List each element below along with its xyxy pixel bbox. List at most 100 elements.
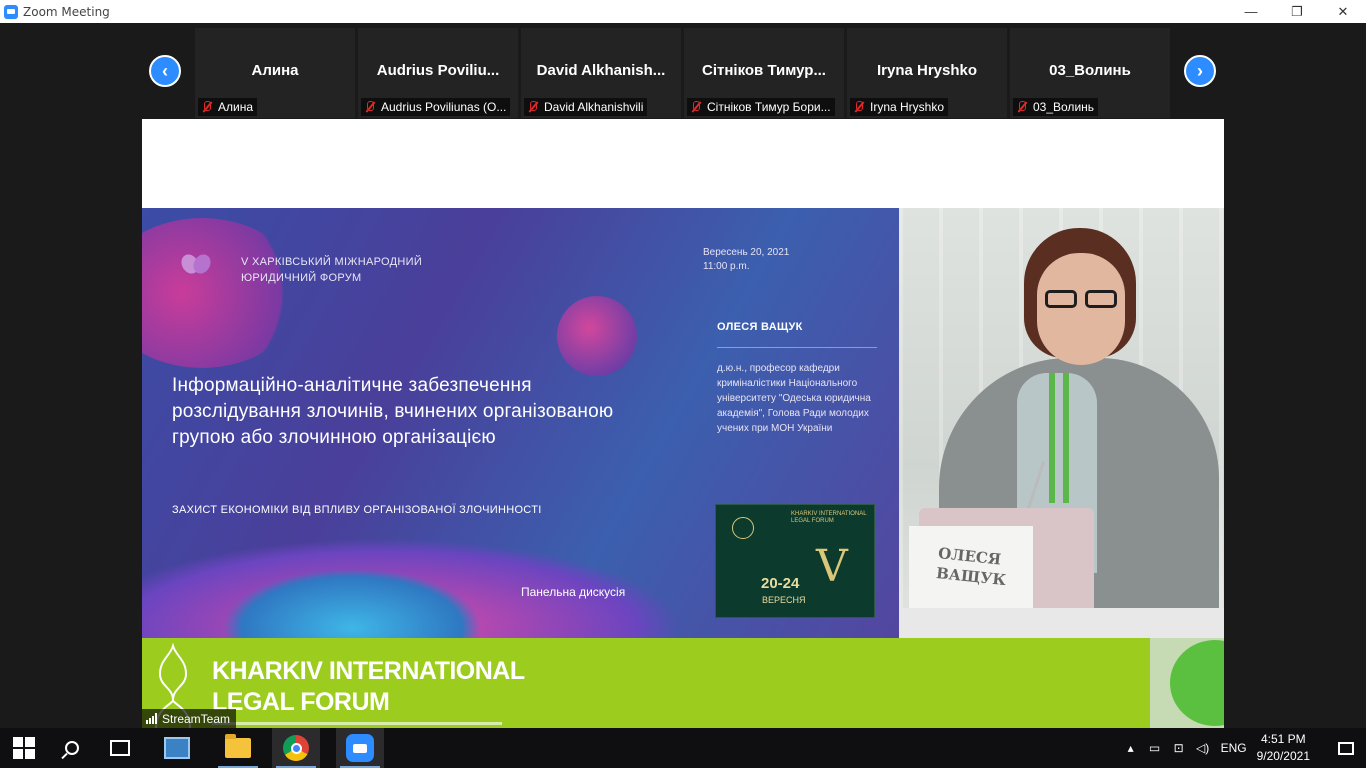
nameplate-text: ОЛЕСЯ ВАЩУК <box>935 544 1007 590</box>
participant-label-text: 03_Волинь <box>1033 100 1095 114</box>
chevron-left-icon: ‹ <box>162 60 168 81</box>
participant-tile[interactable]: Алина Алина <box>195 28 355 118</box>
clock-time: 4:51 PM <box>1260 732 1306 746</box>
participant-label-text: Iryna Hryshko <box>870 100 945 114</box>
banner-underline <box>212 722 502 725</box>
glasses <box>1045 290 1119 308</box>
desk-nameplate: ОЛЕСЯ ВАЩУК <box>909 526 1033 618</box>
task-view-button[interactable] <box>96 728 144 768</box>
participant-label-text: Audrius Poviliunas (O... <box>381 100 507 114</box>
chevron-right-icon: › <box>1197 60 1203 81</box>
banner-title-line: LEGAL FORUM <box>212 688 390 716</box>
participant-tile[interactable]: Iryna Hryshko Iryna Hryshko <box>847 28 1007 118</box>
participant-tile[interactable]: Audrius Poviliu... Audrius Poviliunas (O… <box>358 28 518 118</box>
participant-name: Iryna Hryshko <box>876 62 978 79</box>
lanyard <box>1049 373 1069 503</box>
participant-label: Audrius Poviliunas (O... <box>361 98 511 116</box>
system-tray: ▴ ▭ ⊡ ◁) ENG 4:51 PM 9/20/2021 <box>1119 728 1366 768</box>
task-view-icon <box>110 740 130 756</box>
forum-name: V ХАРКІВСЬКИЙ МІЖНАРОДНИЙ ЮРИДИЧНИЙ ФОРУ… <box>241 254 422 286</box>
restore-button[interactable]: ❐ <box>1274 0 1320 23</box>
mic-muted-icon <box>1015 100 1029 114</box>
taskbar-app-chrome[interactable] <box>272 728 320 768</box>
network-icon[interactable]: ⊡ <box>1167 741 1191 755</box>
event-date-line: Вересень 20, 2021 <box>703 247 790 258</box>
mic-muted-icon <box>689 100 703 114</box>
divider <box>717 347 877 348</box>
taskbar-app-control-panel[interactable] <box>153 728 201 768</box>
chrome-icon <box>283 735 309 761</box>
gallery-next-button[interactable]: › <box>1184 55 1216 87</box>
participant-label-text: Алина <box>218 100 254 114</box>
banner-title-line: KHARKIV INTERNATIONAL <box>212 657 525 685</box>
participant-tile[interactable]: Сітніков Тимур... Сітніков Тимур Бори... <box>684 28 844 118</box>
speaker-camera-feed: ОЛЕСЯ ВАЩУК <box>899 208 1224 638</box>
battery-icon[interactable]: ▭ <box>1143 741 1167 755</box>
signal-bars-icon <box>146 713 157 724</box>
clock[interactable]: 4:51 PM 9/20/2021 <box>1257 731 1310 765</box>
badge-caption: KHARKIV INTERNATIONAL LEGAL FORUM <box>791 511 867 524</box>
participant-label: Алина <box>198 98 258 116</box>
zoom-app-icon <box>4 4 18 19</box>
window-controls: — ❐ ✕ <box>1228 0 1366 23</box>
search-icon <box>65 741 79 755</box>
emblem-icon <box>732 517 754 539</box>
participant-label-text: David Alkhanishvili <box>544 100 644 114</box>
folder-icon <box>225 734 251 758</box>
participant-name: Audrius Poviliu... <box>376 62 500 79</box>
clock-date: 9/20/2021 <box>1256 749 1310 763</box>
window-title: Zoom Meeting <box>23 4 110 19</box>
forum-name-line: V ХАРКІВСЬКИЙ МІЖНАРОДНИЙ <box>241 256 423 268</box>
taskbar-app-zoom[interactable] <box>336 728 384 768</box>
event-time-line: 11:00 p.m. <box>703 261 750 272</box>
notification-center-button[interactable] <box>1326 728 1366 768</box>
badge-month: ВЕРЕСНЯ <box>762 595 806 605</box>
participant-name: Сітніков Тимур... <box>702 62 826 79</box>
slide-subtitle: ЗАХИСТ ЕКОНОМІКИ ВІД ВПЛИВУ ОРГАНІЗОВАНО… <box>172 504 542 516</box>
participant-label: Iryna Hryshko <box>850 98 949 116</box>
participant-gallery: ‹ Алина Алина Audrius Poviliu... Audrius… <box>0 23 1366 119</box>
zoom-icon <box>346 734 374 762</box>
participant-name: Алина <box>251 62 299 79</box>
active-speaker-video[interactable]: V ХАРКІВСЬКИЙ МІЖНАРОДНИЙ ЮРИДИЧНИЙ ФОРУ… <box>142 119 1224 728</box>
presentation-slide: V ХАРКІВСЬКИЙ МІЖНАРОДНИЙ ЮРИДИЧНИЙ ФОРУ… <box>142 208 899 638</box>
taskbar-app-file-explorer[interactable] <box>214 728 262 768</box>
mic-muted-icon <box>852 100 866 114</box>
minimize-button[interactable]: — <box>1228 0 1274 23</box>
chevron-up-icon[interactable]: ▴ <box>1119 741 1143 755</box>
video-name-label: StreamTeam <box>142 709 237 728</box>
speaker-name: ОЛЕСЯ ВАЩУК <box>717 321 803 333</box>
search-button[interactable] <box>48 728 96 768</box>
title-bar: Zoom Meeting — ❐ ✕ <box>0 0 1366 23</box>
forum-badge: KHARKIV INTERNATIONAL LEGAL FORUM V 20-2… <box>715 504 875 618</box>
close-button[interactable]: ✕ <box>1320 0 1366 23</box>
participant-tile[interactable]: 03_Волинь 03_Волинь <box>1010 28 1170 118</box>
participant-tile[interactable]: David Alkhanish... David Alkhanishvili <box>521 28 681 118</box>
slide-title: Інформаційно-аналітичне забезпечення роз… <box>172 375 614 448</box>
windows-taskbar: ▴ ▭ ⊡ ◁) ENG 4:51 PM 9/20/2021 <box>0 728 1366 768</box>
badge-dates: 20-24 <box>761 575 800 592</box>
participant-label: Сітніков Тимур Бори... <box>687 98 835 116</box>
badge-numeral: V <box>816 541 848 592</box>
forum-banner: KHARKIV INTERNATIONAL LEGAL FORUM <box>142 638 1224 728</box>
participant-label: David Alkhanishvili <box>524 98 648 116</box>
video-name-text: StreamTeam <box>162 711 231 726</box>
forum-name-line: ЮРИДИЧНИЙ ФОРУМ <box>241 272 362 284</box>
mic-muted-icon <box>526 100 540 114</box>
participant-name: 03_Волинь <box>1049 62 1131 79</box>
volume-icon[interactable]: ◁) <box>1191 741 1215 755</box>
start-button[interactable] <box>0 728 48 768</box>
windows-logo-icon <box>13 737 35 759</box>
banner-title: KHARKIV INTERNATIONAL LEGAL FORUM <box>212 656 525 718</box>
gallery-prev-button[interactable]: ‹ <box>149 55 181 87</box>
participant-label: 03_Волинь <box>1013 98 1099 116</box>
participant-name: David Alkhanish... <box>536 62 666 79</box>
notification-icon <box>1338 741 1354 755</box>
mic-muted-icon <box>200 100 214 114</box>
participant-label-text: Сітніков Тимур Бори... <box>707 100 831 114</box>
control-panel-icon <box>164 737 190 759</box>
input-language[interactable]: ENG <box>1221 741 1247 755</box>
event-date: Вересень 20, 2021 11:00 p.m. <box>703 246 789 274</box>
forum-logo-icon <box>181 254 211 274</box>
desk <box>899 608 1224 638</box>
